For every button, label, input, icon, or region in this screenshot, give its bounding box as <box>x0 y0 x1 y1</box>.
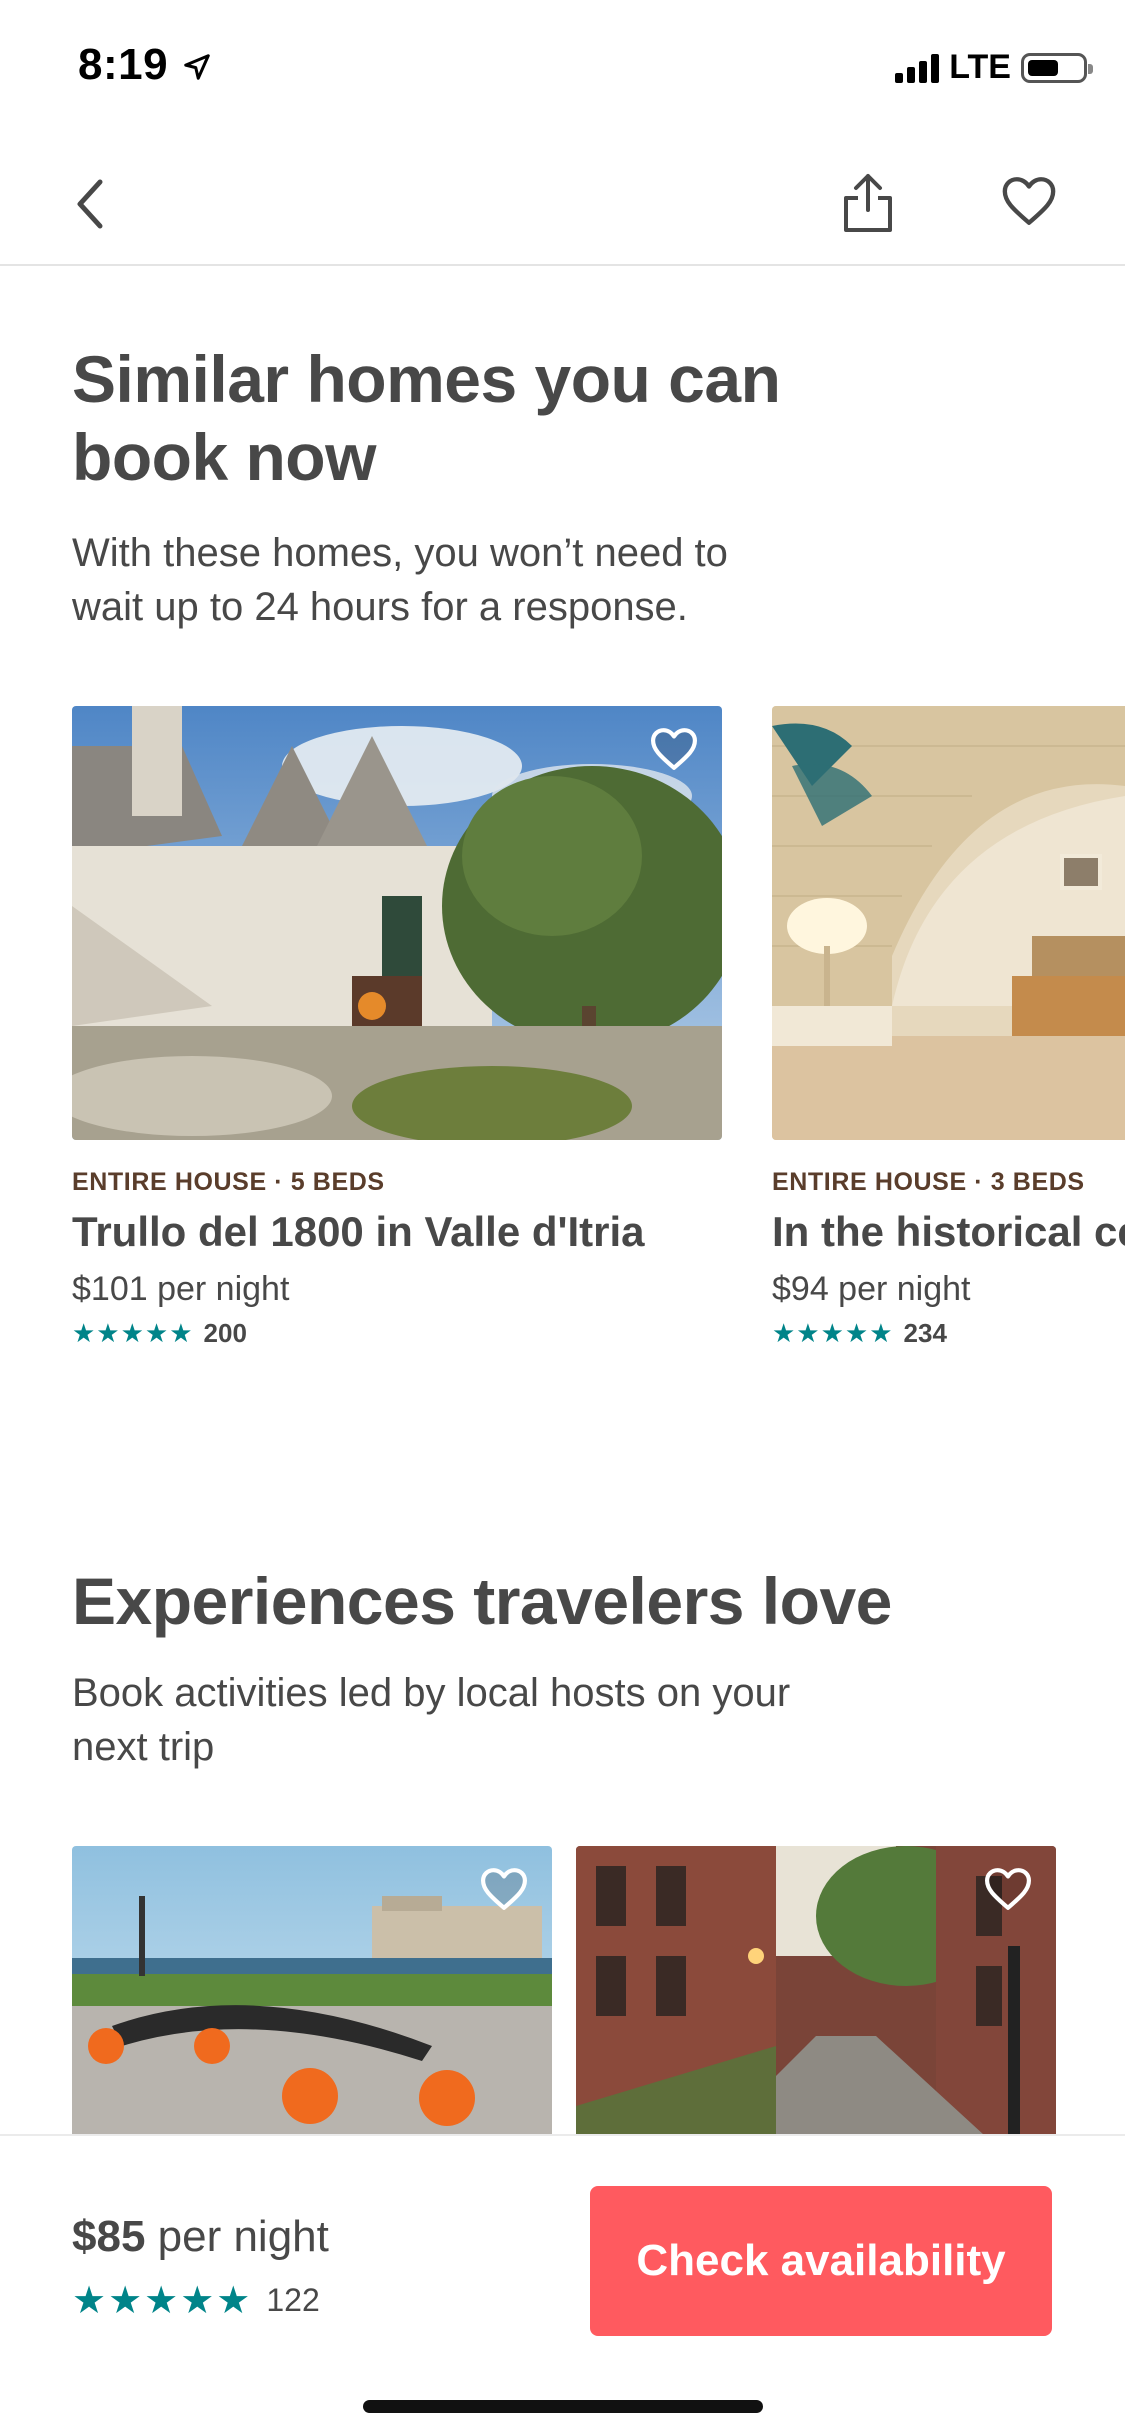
section-title-line: Similar homes you can <box>72 342 781 416</box>
listing-kicker: ENTIRE HOUSE · 3 BEDS <box>772 1168 1085 1196</box>
listing-kicker: ENTIRE HOUSE · 5 BEDS <box>72 1168 385 1196</box>
location-arrow-icon <box>184 54 210 80</box>
listing-price: $94 per night <box>772 1270 971 1308</box>
listing-rating: ★★★★★ 200 <box>72 1318 247 1349</box>
save-experience-heart-icon[interactable] <box>478 1866 530 1912</box>
review-count: 122 <box>266 2282 320 2318</box>
booking-bar: $85 per night ★★★★★ 122 Check availabili… <box>0 2134 1125 2436</box>
save-experience-heart-icon[interactable] <box>982 1866 1034 1912</box>
listing-price: $101 per night <box>72 1270 290 1308</box>
review-count: 234 <box>903 1318 947 1348</box>
booking-rating: ★★★★★ 122 <box>72 2278 320 2323</box>
price-unit: per night <box>145 2212 329 2261</box>
listing-title[interactable]: In the historical ce <box>772 1208 1125 1256</box>
experiences-title: Experiences travelers love <box>72 1564 892 1638</box>
top-nav-bar <box>0 140 1125 266</box>
subtitle-line: With these homes, you won’t need to <box>72 531 728 575</box>
home-indicator[interactable] <box>363 2400 763 2413</box>
status-indicators: LTE <box>895 48 1093 87</box>
signal-icon <box>895 53 940 83</box>
subtitle-line: Book activities led by local hosts on yo… <box>72 1671 791 1715</box>
check-availability-button[interactable]: Check availability <box>590 2186 1052 2336</box>
star-rating-icon: ★★★★★ <box>72 1318 194 1348</box>
heart-icon[interactable] <box>1000 174 1058 228</box>
price-amount: $85 <box>72 2212 146 2261</box>
star-rating-icon: ★★★★★ <box>772 1318 894 1348</box>
status-time: 8:19 <box>78 40 169 89</box>
share-icon[interactable] <box>838 170 898 236</box>
subtitle-line: next trip <box>72 1725 215 1769</box>
subtitle-line: wait up to 24 hours for a response. <box>72 585 688 629</box>
network-label: LTE <box>949 48 1011 86</box>
review-count: 200 <box>203 1318 247 1348</box>
listing-photo-historical[interactable] <box>772 706 1125 1140</box>
back-chevron-icon[interactable] <box>70 174 110 234</box>
similar-homes-subtitle: With these homes, you won’t need to wait… <box>72 526 728 634</box>
experiences-subtitle: Book activities led by local hosts on yo… <box>72 1666 790 1774</box>
section-title-line: book now <box>72 420 376 494</box>
save-listing-heart-icon[interactable] <box>648 726 700 772</box>
battery-icon <box>1021 52 1093 83</box>
star-rating-icon: ★★★★★ <box>72 2280 253 2322</box>
nightly-price: $85 per night <box>72 2212 329 2262</box>
listing-title[interactable]: Trullo del 1800 in Valle d'Itria <box>72 1208 645 1256</box>
listing-rating: ★★★★★ 234 <box>772 1318 947 1349</box>
similar-homes-heading: Similar homes you can book now <box>72 340 781 496</box>
listing-photo-trullo[interactable] <box>72 706 722 1140</box>
